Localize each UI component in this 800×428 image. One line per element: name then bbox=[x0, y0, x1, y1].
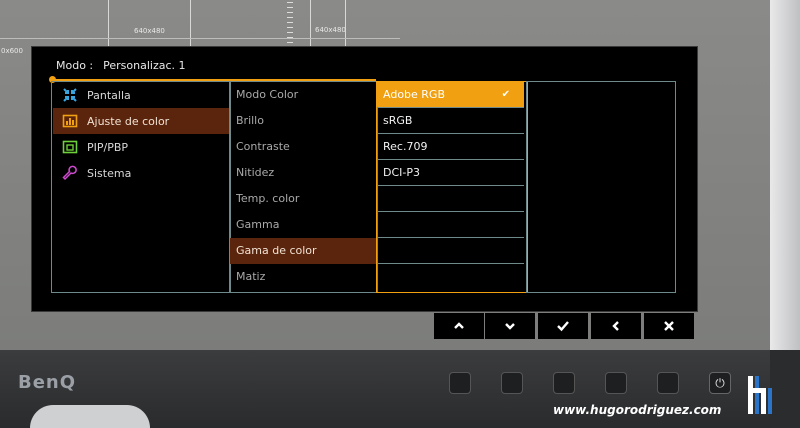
guide-line bbox=[0, 38, 400, 39]
mode-label: Modo : bbox=[56, 59, 94, 72]
menu-item-sistema[interactable]: Sistema bbox=[53, 160, 229, 186]
watermark-logo-icon bbox=[745, 372, 775, 418]
submenu-item[interactable]: Nitidez bbox=[230, 160, 377, 186]
watermark-text: www.hugorodriguez.com bbox=[553, 403, 722, 417]
submenu: Modo Color Brillo Contraste Nitidez Temp… bbox=[229, 81, 378, 293]
osd-menu: Modo : Personalizac. 1 Pantalla Ajuste de… bbox=[31, 46, 698, 312]
submenu-item-gama-de-color[interactable]: Gama de color bbox=[230, 238, 377, 264]
brand-logo: BenQ bbox=[18, 372, 77, 393]
hardware-button-2[interactable] bbox=[501, 372, 523, 394]
display-adjust-icon bbox=[61, 86, 79, 104]
main-menu: Pantalla Ajuste de color PIP/PBP Sistema bbox=[51, 81, 231, 293]
ruler-ticks bbox=[287, 2, 293, 44]
check-icon: ✔ bbox=[501, 89, 510, 100]
guide-line bbox=[345, 0, 346, 48]
option-empty bbox=[377, 186, 524, 212]
resolution-label: 640x480 bbox=[134, 27, 165, 35]
option-label: sRGB bbox=[383, 114, 413, 127]
option-dci-p3[interactable]: DCI-P3 bbox=[377, 160, 524, 186]
option-label: DCI-P3 bbox=[383, 166, 420, 179]
guide-line bbox=[108, 0, 109, 48]
power-button[interactable]: ⏻ bbox=[709, 372, 731, 394]
check-icon[interactable] bbox=[538, 313, 588, 339]
resolution-label: 0x600 bbox=[1, 47, 23, 55]
up-icon[interactable] bbox=[434, 313, 484, 339]
menu-item-pantalla[interactable]: Pantalla bbox=[53, 82, 229, 108]
key-legend bbox=[434, 313, 695, 339]
background-wall bbox=[770, 0, 800, 350]
hardware-button-5[interactable] bbox=[657, 372, 679, 394]
submenu-item[interactable]: Gamma bbox=[230, 212, 377, 238]
option-empty bbox=[377, 238, 524, 264]
option-empty bbox=[377, 212, 524, 238]
down-icon[interactable] bbox=[485, 313, 535, 339]
mode-value: Personalizac. 1 bbox=[103, 59, 186, 72]
wrench-icon bbox=[61, 164, 79, 182]
menu-item-ajuste-de-color[interactable]: Ajuste de color bbox=[53, 108, 229, 134]
menu-item-pip-pbp[interactable]: PIP/PBP bbox=[53, 134, 229, 160]
hardware-button-1[interactable] bbox=[449, 372, 471, 394]
submenu-item[interactable]: Matiz bbox=[230, 264, 377, 290]
option-adobe-rgb[interactable]: Adobe RGB ✔ bbox=[377, 82, 524, 108]
menu-item-label: Pantalla bbox=[87, 88, 131, 102]
close-icon[interactable] bbox=[644, 313, 694, 339]
hardware-button-4[interactable] bbox=[605, 372, 627, 394]
empty-panel bbox=[526, 81, 676, 293]
monitor-stand bbox=[30, 405, 150, 428]
option-rec709[interactable]: Rec.709 bbox=[377, 134, 524, 160]
power-icon: ⏻ bbox=[715, 375, 725, 390]
color-adjust-icon bbox=[61, 112, 79, 130]
pip-icon bbox=[61, 138, 79, 156]
submenu-item[interactable]: Brillo bbox=[230, 108, 377, 134]
submenu-item[interactable]: Temp. color bbox=[230, 186, 377, 212]
mode-indicator: Modo : Personalizac. 1 bbox=[56, 59, 186, 72]
submenu-item[interactable]: Contraste bbox=[230, 134, 377, 160]
option-label: Adobe RGB bbox=[383, 88, 446, 101]
guide-line bbox=[310, 0, 311, 48]
menu-item-label: Ajuste de color bbox=[87, 114, 170, 128]
menu-item-label: Sistema bbox=[87, 166, 132, 180]
option-list: Adobe RGB ✔ sRGB Rec.709 DCI-P3 bbox=[376, 81, 528, 293]
back-icon[interactable] bbox=[591, 313, 641, 339]
option-srgb[interactable]: sRGB bbox=[377, 108, 524, 134]
hardware-button-3[interactable] bbox=[553, 372, 575, 394]
option-label: Rec.709 bbox=[383, 140, 428, 153]
menu-item-label: PIP/PBP bbox=[87, 140, 129, 154]
resolution-label: 640x480 bbox=[315, 26, 346, 34]
option-empty bbox=[377, 264, 524, 290]
guide-line bbox=[190, 0, 191, 48]
submenu-item[interactable]: Modo Color bbox=[230, 82, 377, 108]
